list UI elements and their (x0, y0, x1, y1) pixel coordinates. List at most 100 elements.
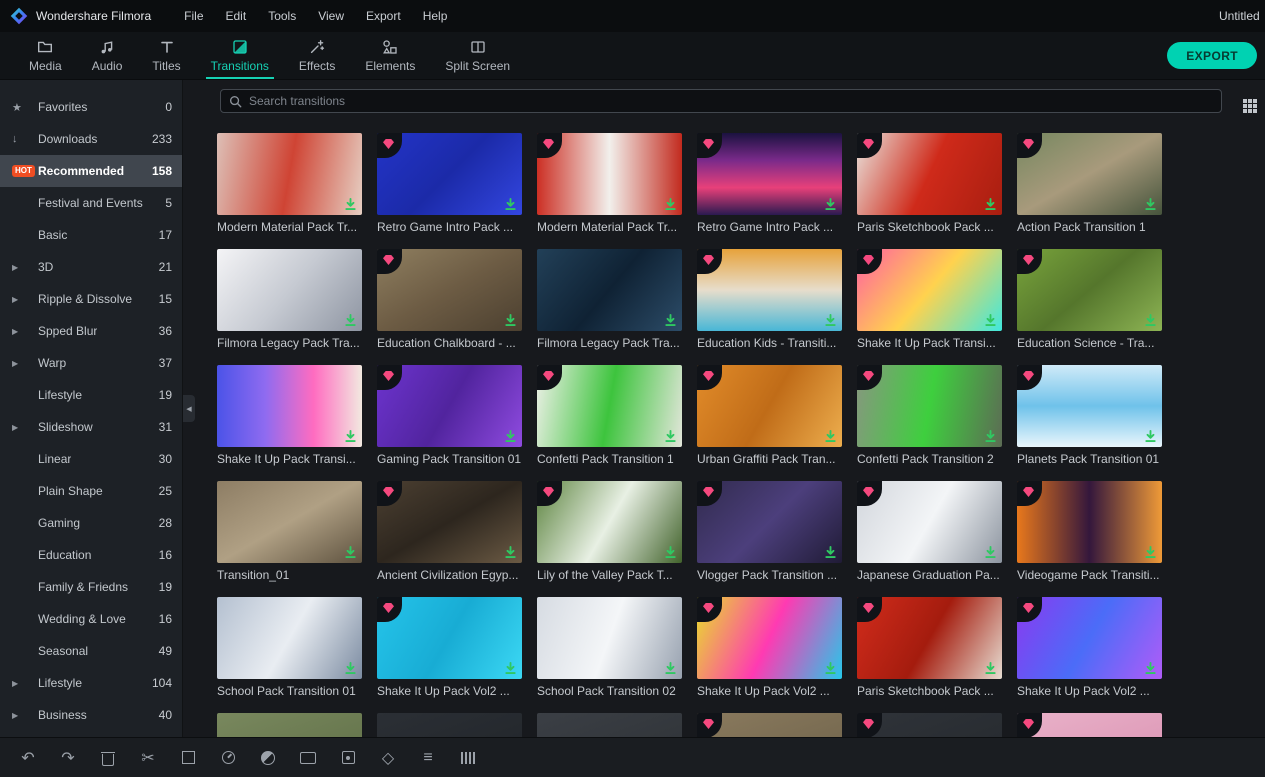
download-icon[interactable] (502, 196, 518, 212)
sidebar-item-downloads[interactable]: ↓ Downloads 233 (0, 123, 182, 155)
transition-card[interactable] (377, 713, 522, 737)
transition-thumbnail[interactable] (537, 713, 682, 737)
transition-thumbnail[interactable] (217, 365, 362, 447)
download-icon[interactable] (662, 196, 678, 212)
download-icon[interactable] (662, 428, 678, 444)
transition-thumbnail[interactable] (377, 249, 522, 331)
transition-card[interactable]: Vlogger Pack Transition ... (697, 481, 842, 583)
transition-thumbnail[interactable] (697, 133, 842, 215)
download-icon[interactable] (1142, 428, 1158, 444)
sidebar-item-warp[interactable]: ▶ Warp 37 (0, 347, 182, 379)
transition-thumbnail[interactable] (697, 365, 842, 447)
download-icon[interactable] (342, 196, 358, 212)
transition-thumbnail[interactable] (217, 713, 362, 737)
transition-card[interactable]: Action Pack Transition 1 (1017, 133, 1162, 235)
download-icon[interactable] (342, 544, 358, 560)
sidebar-item-education[interactable]: Education 16 (0, 539, 182, 571)
transition-thumbnail[interactable] (857, 713, 1002, 737)
sidebar-item-spped-blur[interactable]: ▶ Spped Blur 36 (0, 315, 182, 347)
transition-card[interactable]: Filmora Legacy Pack Tra... (537, 249, 682, 351)
redo-icon[interactable]: ↷ (59, 749, 77, 767)
sidebar-item-ripple-dissolve[interactable]: ▶ Ripple & Dissolve 15 (0, 283, 182, 315)
transition-card[interactable] (1017, 713, 1162, 737)
download-icon[interactable] (342, 312, 358, 328)
tab-audio[interactable]: Audio (77, 32, 138, 79)
transition-card[interactable]: Education Chalkboard - ... (377, 249, 522, 351)
sidebar-item-recommended[interactable]: HOT Recommended 158 (0, 155, 182, 187)
transition-thumbnail[interactable] (377, 133, 522, 215)
transition-thumbnail[interactable] (537, 133, 682, 215)
transition-card[interactable]: Shake It Up Pack Vol2 ... (377, 597, 522, 699)
transition-thumbnail[interactable] (697, 249, 842, 331)
transition-card[interactable] (537, 713, 682, 737)
sidebar-item-lifestyle[interactable]: ▶ Lifestyle 104 (0, 667, 182, 699)
export-button[interactable]: EXPORT (1167, 42, 1257, 69)
download-icon[interactable] (1142, 544, 1158, 560)
undo-icon[interactable]: ↶ (19, 749, 37, 767)
download-icon[interactable] (1142, 196, 1158, 212)
crop-icon[interactable] (179, 749, 197, 767)
speed-icon[interactable] (219, 749, 237, 767)
menu-edit[interactable]: Edit (215, 0, 258, 32)
transition-card[interactable]: Japanese Graduation Pa... (857, 481, 1002, 583)
transition-thumbnail[interactable] (537, 597, 682, 679)
download-icon[interactable] (982, 660, 998, 676)
adjust-icon[interactable]: ≡ (419, 749, 437, 767)
transition-card[interactable]: Shake It Up Pack Vol2 ... (697, 597, 842, 699)
transition-card[interactable] (857, 713, 1002, 737)
greenscreen-icon[interactable] (299, 749, 317, 767)
sidebar-item-3d[interactable]: ▶ 3D 21 (0, 251, 182, 283)
color-icon[interactable] (259, 749, 277, 767)
transition-card[interactable]: Confetti Pack Transition 2 (857, 365, 1002, 467)
transition-thumbnail[interactable] (377, 365, 522, 447)
transition-thumbnail[interactable] (537, 249, 682, 331)
download-icon[interactable] (1142, 660, 1158, 676)
menu-help[interactable]: Help (412, 0, 459, 32)
transition-thumbnail[interactable] (217, 481, 362, 563)
search-box[interactable] (220, 89, 1222, 113)
transition-thumbnail[interactable] (537, 481, 682, 563)
tab-split-screen[interactable]: Split Screen (430, 32, 525, 79)
transition-card[interactable]: Paris Sketchbook Pack ... (857, 597, 1002, 699)
transition-thumbnail[interactable] (697, 713, 842, 737)
transition-card[interactable]: Lily of the Valley Pack T... (537, 481, 682, 583)
sidebar-item-favorites[interactable]: ★ Favorites 0 (0, 91, 182, 123)
transition-card[interactable]: Planets Pack Transition 01 (1017, 365, 1162, 467)
grid-view-button[interactable] (1235, 91, 1255, 111)
transition-thumbnail[interactable] (217, 133, 362, 215)
sidebar-item-wedding-love[interactable]: Wedding & Love 16 (0, 603, 182, 635)
download-icon[interactable] (982, 544, 998, 560)
download-icon[interactable] (822, 544, 838, 560)
download-icon[interactable] (342, 660, 358, 676)
sidebar-item-lifestyle[interactable]: Lifestyle 19 (0, 379, 182, 411)
download-icon[interactable] (982, 428, 998, 444)
transition-thumbnail[interactable] (377, 713, 522, 737)
transition-card[interactable]: Shake It Up Pack Vol2 ... (1017, 597, 1162, 699)
tab-transitions[interactable]: Transitions (196, 32, 284, 79)
tab-media[interactable]: Media (14, 32, 77, 79)
keyframe-icon[interactable]: ◇ (379, 749, 397, 767)
transition-card[interactable]: Transition_01 (217, 481, 362, 583)
sidebar-item-slideshow[interactable]: ▶ Slideshow 31 (0, 411, 182, 443)
denoise-icon[interactable] (459, 749, 477, 767)
transition-card[interactable]: School Pack Transition 01 (217, 597, 362, 699)
download-icon[interactable] (502, 312, 518, 328)
transition-card[interactable]: Shake It Up Pack Transi... (217, 365, 362, 467)
transition-thumbnail[interactable] (217, 597, 362, 679)
transition-card[interactable]: Retro Game Intro Pack ... (377, 133, 522, 235)
transition-card[interactable] (697, 713, 842, 737)
transition-card[interactable]: Gaming Pack Transition 01 (377, 365, 522, 467)
download-icon[interactable] (822, 196, 838, 212)
sidebar-collapse-handle[interactable]: ◀ (183, 395, 195, 422)
sidebar-item-family-friedns[interactable]: Family & Friedns 19 (0, 571, 182, 603)
transition-card[interactable]: Modern Material Pack Tr... (217, 133, 362, 235)
transition-thumbnail[interactable] (377, 481, 522, 563)
transition-card[interactable]: Paris Sketchbook Pack ... (857, 133, 1002, 235)
transition-card[interactable] (217, 713, 362, 737)
tab-effects[interactable]: Effects (284, 32, 350, 79)
tab-titles[interactable]: Titles (137, 32, 195, 79)
sidebar-item-seasonal[interactable]: Seasonal 49 (0, 635, 182, 667)
download-icon[interactable] (342, 428, 358, 444)
transition-thumbnail[interactable] (377, 597, 522, 679)
search-input[interactable] (249, 94, 1213, 108)
